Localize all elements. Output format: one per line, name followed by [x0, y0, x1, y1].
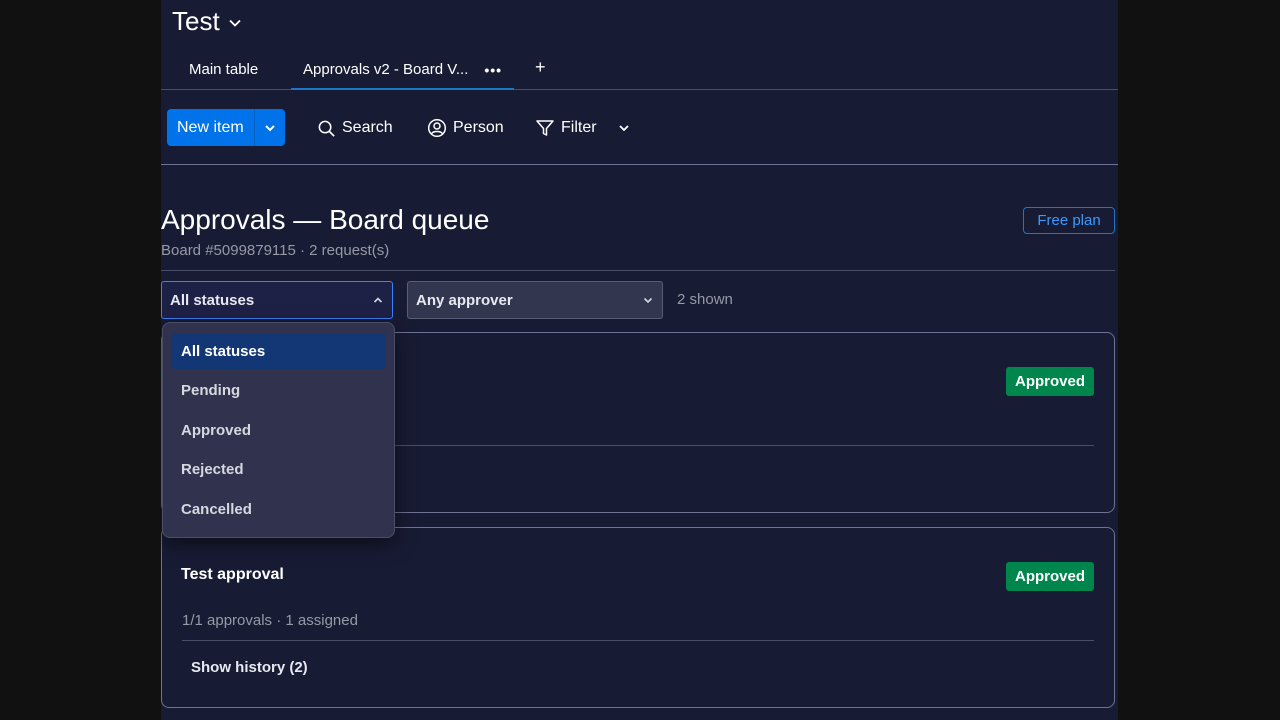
new-item-button-group: New item — [167, 109, 285, 146]
app-window: Test Main table Approvals v2 - Board V..… — [161, 0, 1118, 720]
filter-icon — [536, 120, 554, 136]
new-item-button[interactable]: New item — [167, 109, 254, 146]
free-plan-badge[interactable]: Free plan — [1023, 207, 1115, 234]
approver-filter-select[interactable]: Any approver — [407, 281, 663, 319]
person-filter-button[interactable]: Person — [427, 117, 504, 139]
chevron-down-icon[interactable] — [617, 121, 631, 135]
search-button[interactable]: Search — [317, 117, 393, 139]
chevron-down-icon — [264, 124, 275, 131]
status-filter-select[interactable]: All statuses — [161, 281, 393, 319]
request-card: Test approval Approved 1/1 approvals · 1… — [161, 527, 1115, 708]
tab-main-table[interactable]: Main table — [189, 50, 258, 89]
add-view-button[interactable]: + — [535, 57, 546, 78]
card-divider — [182, 640, 1094, 641]
tab-label: Main table — [189, 61, 259, 78]
status-filter-value: All statuses — [170, 291, 255, 309]
shown-count: 2 shown — [677, 291, 733, 308]
card-title: Test approval — [181, 566, 284, 583]
chevron-up-icon — [373, 297, 383, 303]
person-label: Person — [453, 119, 504, 136]
page-subtitle: Board #5099879115 · 2 request(s) — [161, 242, 390, 259]
more-options-icon[interactable]: ••• — [484, 62, 502, 78]
filter-label: Filter — [561, 119, 597, 136]
search-label: Search — [342, 119, 393, 136]
person-icon — [427, 118, 447, 138]
show-history-button[interactable]: Show history (2) — [191, 659, 308, 676]
status-option-all[interactable]: All statuses — [171, 333, 386, 369]
approver-filter-value: Any approver — [416, 291, 513, 309]
toolbar: New item Search Person Filter — [161, 90, 1118, 165]
tab-label: Approvals v2 - Board V... — [303, 61, 469, 78]
divider — [161, 270, 1115, 271]
status-option-pending[interactable]: Pending — [171, 372, 386, 408]
status-option-rejected[interactable]: Rejected — [171, 451, 386, 487]
filter-button[interactable]: Filter — [535, 117, 631, 139]
board-title[interactable]: Test — [172, 6, 242, 37]
page-title: Approvals — Board queue — [161, 204, 490, 235]
tab-approvals-board-view[interactable]: Approvals v2 - Board V... ••• — [291, 50, 515, 90]
status-badge: Approved — [1005, 562, 1094, 591]
chevron-down-icon — [643, 297, 653, 304]
card-meta: 1/1 approvals · 1 assigned — [182, 612, 358, 629]
board-title-text: Test — [172, 6, 220, 36]
status-option-cancelled[interactable]: Cancelled — [171, 491, 386, 527]
status-badge: Approved — [1005, 367, 1094, 396]
view-tabs: Main table Approvals v2 - Board V... ••• — [161, 50, 1118, 90]
status-option-approved[interactable]: Approved — [171, 412, 386, 448]
search-icon — [318, 120, 335, 137]
status-dropdown-menu: All statuses Pending Approved Rejected C… — [162, 322, 395, 538]
chevron-down-icon — [229, 19, 241, 27]
new-item-dropdown-button[interactable] — [253, 109, 285, 146]
